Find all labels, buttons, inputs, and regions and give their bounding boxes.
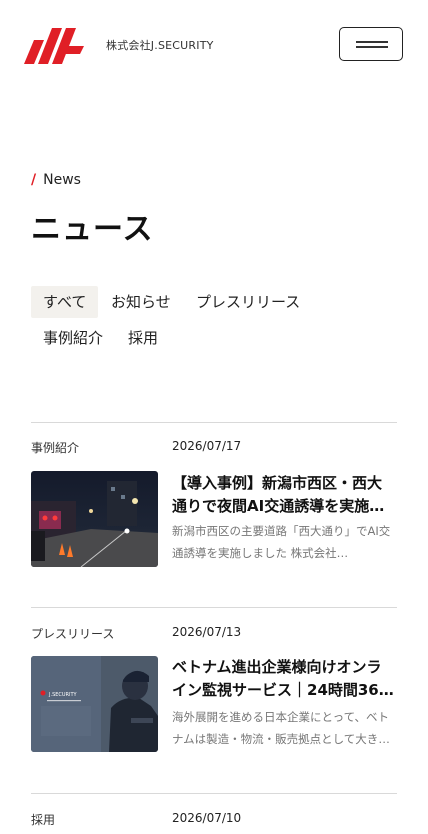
article-category: 事例紹介 [31,441,80,455]
article-category: 採用 [31,813,56,827]
tab-all[interactable]: すべて [31,286,99,318]
menu-line-icon [356,46,388,48]
thumb-brand-text: J.SECURITY [48,692,78,698]
article-date: 2026/07/13 [172,625,242,639]
article-divider [31,793,397,794]
company-logo[interactable] [22,24,84,66]
article-description: 新潟市西区の主要道路「西大通り」でAI交通誘導を実施しました 株式会社J.SEC… [172,524,391,560]
article-title[interactable]: ベトナム進出企業様向けオンライン監視サービス｜24時間365日体制 [172,656,396,702]
tab-press-release[interactable]: プレスリリース [184,286,312,318]
tab-news[interactable]: お知らせ [99,286,183,318]
article-thumbnail[interactable] [31,471,158,567]
breadcrumb-label: News [43,172,81,188]
article-date: 2026/07/17 [172,439,242,453]
article-description: 海外展開を進める日本企業にとって、ベトナムは製造・物流・販売拠点として大きな役割… [172,710,390,746]
slash-icon: / [31,172,37,188]
article-date: 2026/07/10 [172,811,242,825]
company-name: 株式会社J.SECURITY [106,39,214,52]
article-divider [31,607,397,608]
article-thumbnail[interactable]: J.SECURITY [31,656,158,752]
article-title[interactable]: 【導入事例】新潟市西区・西大通りで夜間AI交通誘導を実施｜株式会社J.SECUR… [172,472,396,518]
security-guard-photo: J.SECURITY [31,656,158,752]
page-title: ニュース [31,212,154,247]
article-divider [31,422,397,423]
tab-case-study[interactable]: 事例紹介 [31,322,115,354]
menu-line-icon [356,41,388,43]
hamburger-menu-button[interactable] [339,27,403,61]
article-category: プレスリリース [31,627,115,641]
breadcrumb: / News [31,172,81,188]
tab-recruit[interactable]: 採用 [116,322,170,354]
site-header: 株式会社J.SECURITY [0,0,428,90]
night-traffic-photo [31,471,158,567]
